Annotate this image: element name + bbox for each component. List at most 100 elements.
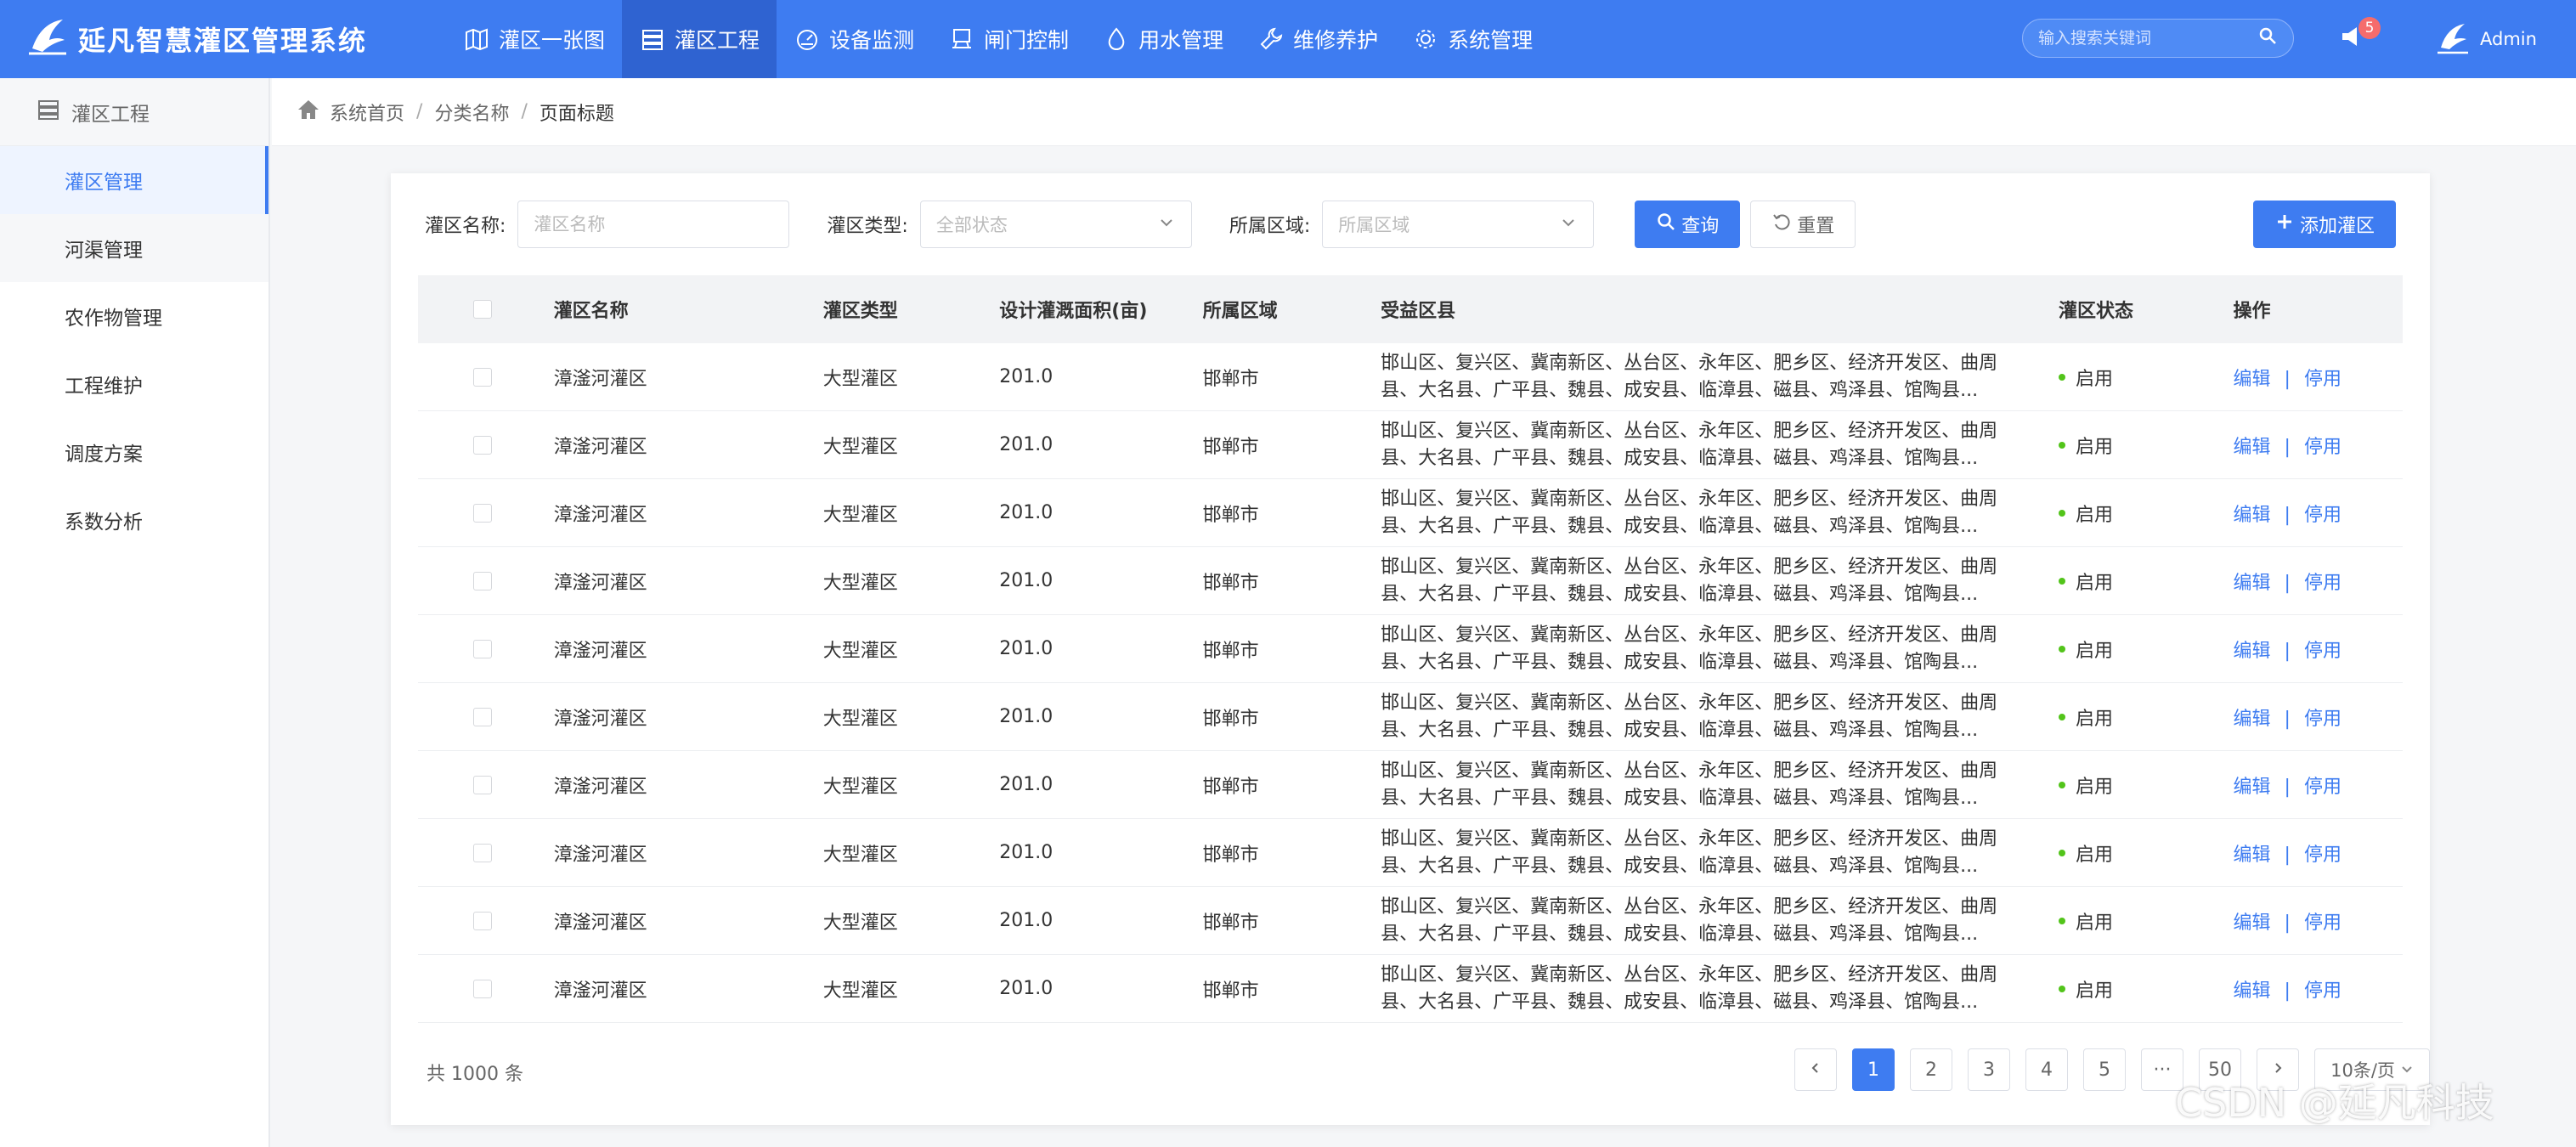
cell-name: 漳滏河灌区	[553, 844, 647, 866]
cell-name: 漳滏河灌区	[553, 436, 647, 458]
prev-page-button[interactable]	[1794, 1048, 1837, 1091]
disable-link[interactable]: 停用	[2304, 573, 2342, 594]
disable-link[interactable]: 停用	[2304, 980, 2342, 1002]
edit-link[interactable]: 编辑	[2234, 845, 2271, 866]
row-checkbox[interactable]	[472, 435, 492, 455]
page-button[interactable]: 1	[1852, 1048, 1895, 1091]
brand[interactable]: 延凡智慧灌区管理系统	[25, 0, 367, 78]
avatar	[2434, 19, 2480, 60]
row-checkbox[interactable]	[472, 707, 492, 726]
disable-link[interactable]: 停用	[2304, 641, 2342, 662]
edit-link[interactable]: 编辑	[2234, 913, 2271, 934]
add-button-label: 添加灌区	[2299, 216, 2375, 237]
irrigation-type-select[interactable]: 全部状态	[919, 201, 1192, 248]
table-row: 漳滏河灌区 大型灌区 201.0 邯郸市 邯山区、复兴区、冀南新区、丛台区、永年区、肥乡…	[418, 547, 2403, 615]
sidebar-item-coefficient-analysis[interactable]: 系数分析	[0, 486, 268, 554]
user-menu[interactable]: Admin	[2434, 0, 2537, 78]
row-checkbox[interactable]	[472, 979, 492, 998]
edit-link[interactable]: 编辑	[2234, 641, 2271, 662]
edit-link[interactable]: 编辑	[2234, 505, 2271, 526]
nav-item-map[interactable]: 灌区一张图	[446, 0, 622, 78]
disable-link[interactable]: 停用	[2304, 777, 2342, 798]
main-nav: 灌区一张图 灌区工程 设备监测 闸门控制 用水管理 维修养护 系统管理	[446, 0, 1550, 78]
search-box[interactable]	[2022, 19, 2294, 58]
row-checkbox[interactable]	[472, 571, 492, 590]
app-title: 延凡智慧灌区管理系统	[78, 25, 368, 57]
home-icon[interactable]	[296, 97, 330, 127]
disable-link[interactable]: 停用	[2304, 709, 2342, 730]
action-divider: |	[2284, 368, 2291, 390]
nav-item-projects[interactable]: 灌区工程	[622, 0, 777, 78]
disable-link[interactable]: 停用	[2304, 845, 2342, 866]
sidebar-item-label: 调度方案	[65, 444, 143, 466]
row-checkbox[interactable]	[472, 639, 492, 658]
edit-link[interactable]: 编辑	[2234, 709, 2271, 730]
nav-item-maintenance[interactable]: 维修养护	[1240, 0, 1395, 78]
add-irrigation-button[interactable]: 添加灌区	[2252, 201, 2396, 248]
nav-item-water-usage[interactable]: 用水管理	[1086, 0, 1240, 78]
region-select[interactable]: 所属区域	[1322, 201, 1595, 248]
edit-link[interactable]: 编辑	[2234, 980, 2271, 1002]
cell-type: 大型灌区	[822, 572, 898, 594]
status-dot	[2059, 917, 2066, 924]
sidebar-item-dispatch-plan[interactable]: 调度方案	[0, 418, 268, 486]
breadcrumb-separator: /	[521, 101, 528, 122]
breadcrumb-category[interactable]: 分类名称	[434, 99, 509, 126]
sidebar-item-engineering-maintenance[interactable]: 工程维护	[0, 350, 268, 418]
action-divider: |	[2284, 708, 2291, 730]
select-all-checkbox[interactable]	[472, 300, 492, 319]
status-text: 启用	[2076, 504, 2114, 526]
page-button[interactable]: 3	[1968, 1048, 2010, 1091]
filter-name-label: 灌区名称:	[425, 216, 506, 237]
table-row: 漳滏河灌区 大型灌区 201.0 邯郸市 邯山区、复兴区、冀南新区、丛台区、永年区、肥乡…	[418, 479, 2403, 547]
logo-icon	[25, 14, 78, 64]
search-input[interactable]	[2038, 29, 2257, 48]
edit-link[interactable]: 编辑	[2234, 573, 2271, 594]
sidebar-item-canal-management[interactable]: 河渠管理	[0, 214, 268, 282]
irrigation-name-input[interactable]	[534, 214, 774, 234]
irrigation-name-field[interactable]	[517, 201, 790, 248]
nav-item-gate-control[interactable]: 闸门控制	[931, 0, 1086, 78]
breadcrumb-home[interactable]: 系统首页	[330, 99, 404, 126]
page-button[interactable]: 5	[2083, 1048, 2126, 1091]
cell-name: 漳滏河灌区	[553, 776, 647, 798]
sidebar-item-crop-management[interactable]: 农作物管理	[0, 282, 268, 350]
cell-region: 邯郸市	[1202, 368, 1259, 390]
notification-button[interactable]: 5	[2338, 17, 2381, 56]
cell-counties: 邯山区、复兴区、冀南新区、丛台区、永年区、肥乡区、经济开发区、曲周县、大名县、广…	[1381, 828, 1998, 877]
plus-icon	[2274, 212, 2300, 237]
disable-link[interactable]: 停用	[2304, 437, 2342, 458]
page-button[interactable]: 2	[1910, 1048, 1952, 1091]
row-checkbox[interactable]	[472, 843, 492, 862]
page-button[interactable]: 4	[2025, 1048, 2068, 1091]
status-badge: 启用	[2059, 500, 2233, 527]
sidebar-section-label: 灌区工程	[71, 103, 150, 126]
disable-link[interactable]: 停用	[2304, 369, 2342, 390]
status-text: 启用	[2076, 912, 2114, 934]
reset-button-label: 重置	[1797, 216, 1835, 237]
sidebar-section-header[interactable]: 灌区工程	[0, 78, 268, 146]
status-text: 启用	[2076, 708, 2114, 730]
row-checkbox[interactable]	[472, 775, 492, 794]
sidebar-item-irrigation-management[interactable]: 灌区管理	[0, 146, 268, 214]
query-button-label: 查询	[1681, 216, 1720, 237]
row-checkbox[interactable]	[472, 911, 492, 930]
edit-link[interactable]: 编辑	[2234, 437, 2271, 458]
row-checkbox[interactable]	[472, 503, 492, 523]
monitor-icon	[794, 25, 821, 53]
cell-name: 漳滏河灌区	[553, 980, 647, 1002]
disable-link[interactable]: 停用	[2304, 913, 2342, 934]
search-icon[interactable]	[2257, 25, 2278, 51]
nav-item-monitoring[interactable]: 设备监测	[777, 0, 931, 78]
search-icon	[1656, 212, 1681, 237]
disable-link[interactable]: 停用	[2304, 505, 2342, 526]
query-button[interactable]: 查询	[1635, 201, 1741, 248]
cell-type: 大型灌区	[822, 436, 898, 458]
row-checkbox[interactable]	[472, 367, 492, 387]
edit-link[interactable]: 编辑	[2234, 777, 2271, 798]
status-dot	[2059, 441, 2066, 449]
reset-button[interactable]: 重置	[1750, 201, 1856, 248]
edit-link[interactable]: 编辑	[2234, 369, 2271, 390]
nav-item-system[interactable]: 系统管理	[1395, 0, 1550, 78]
status-dot	[2059, 645, 2066, 653]
